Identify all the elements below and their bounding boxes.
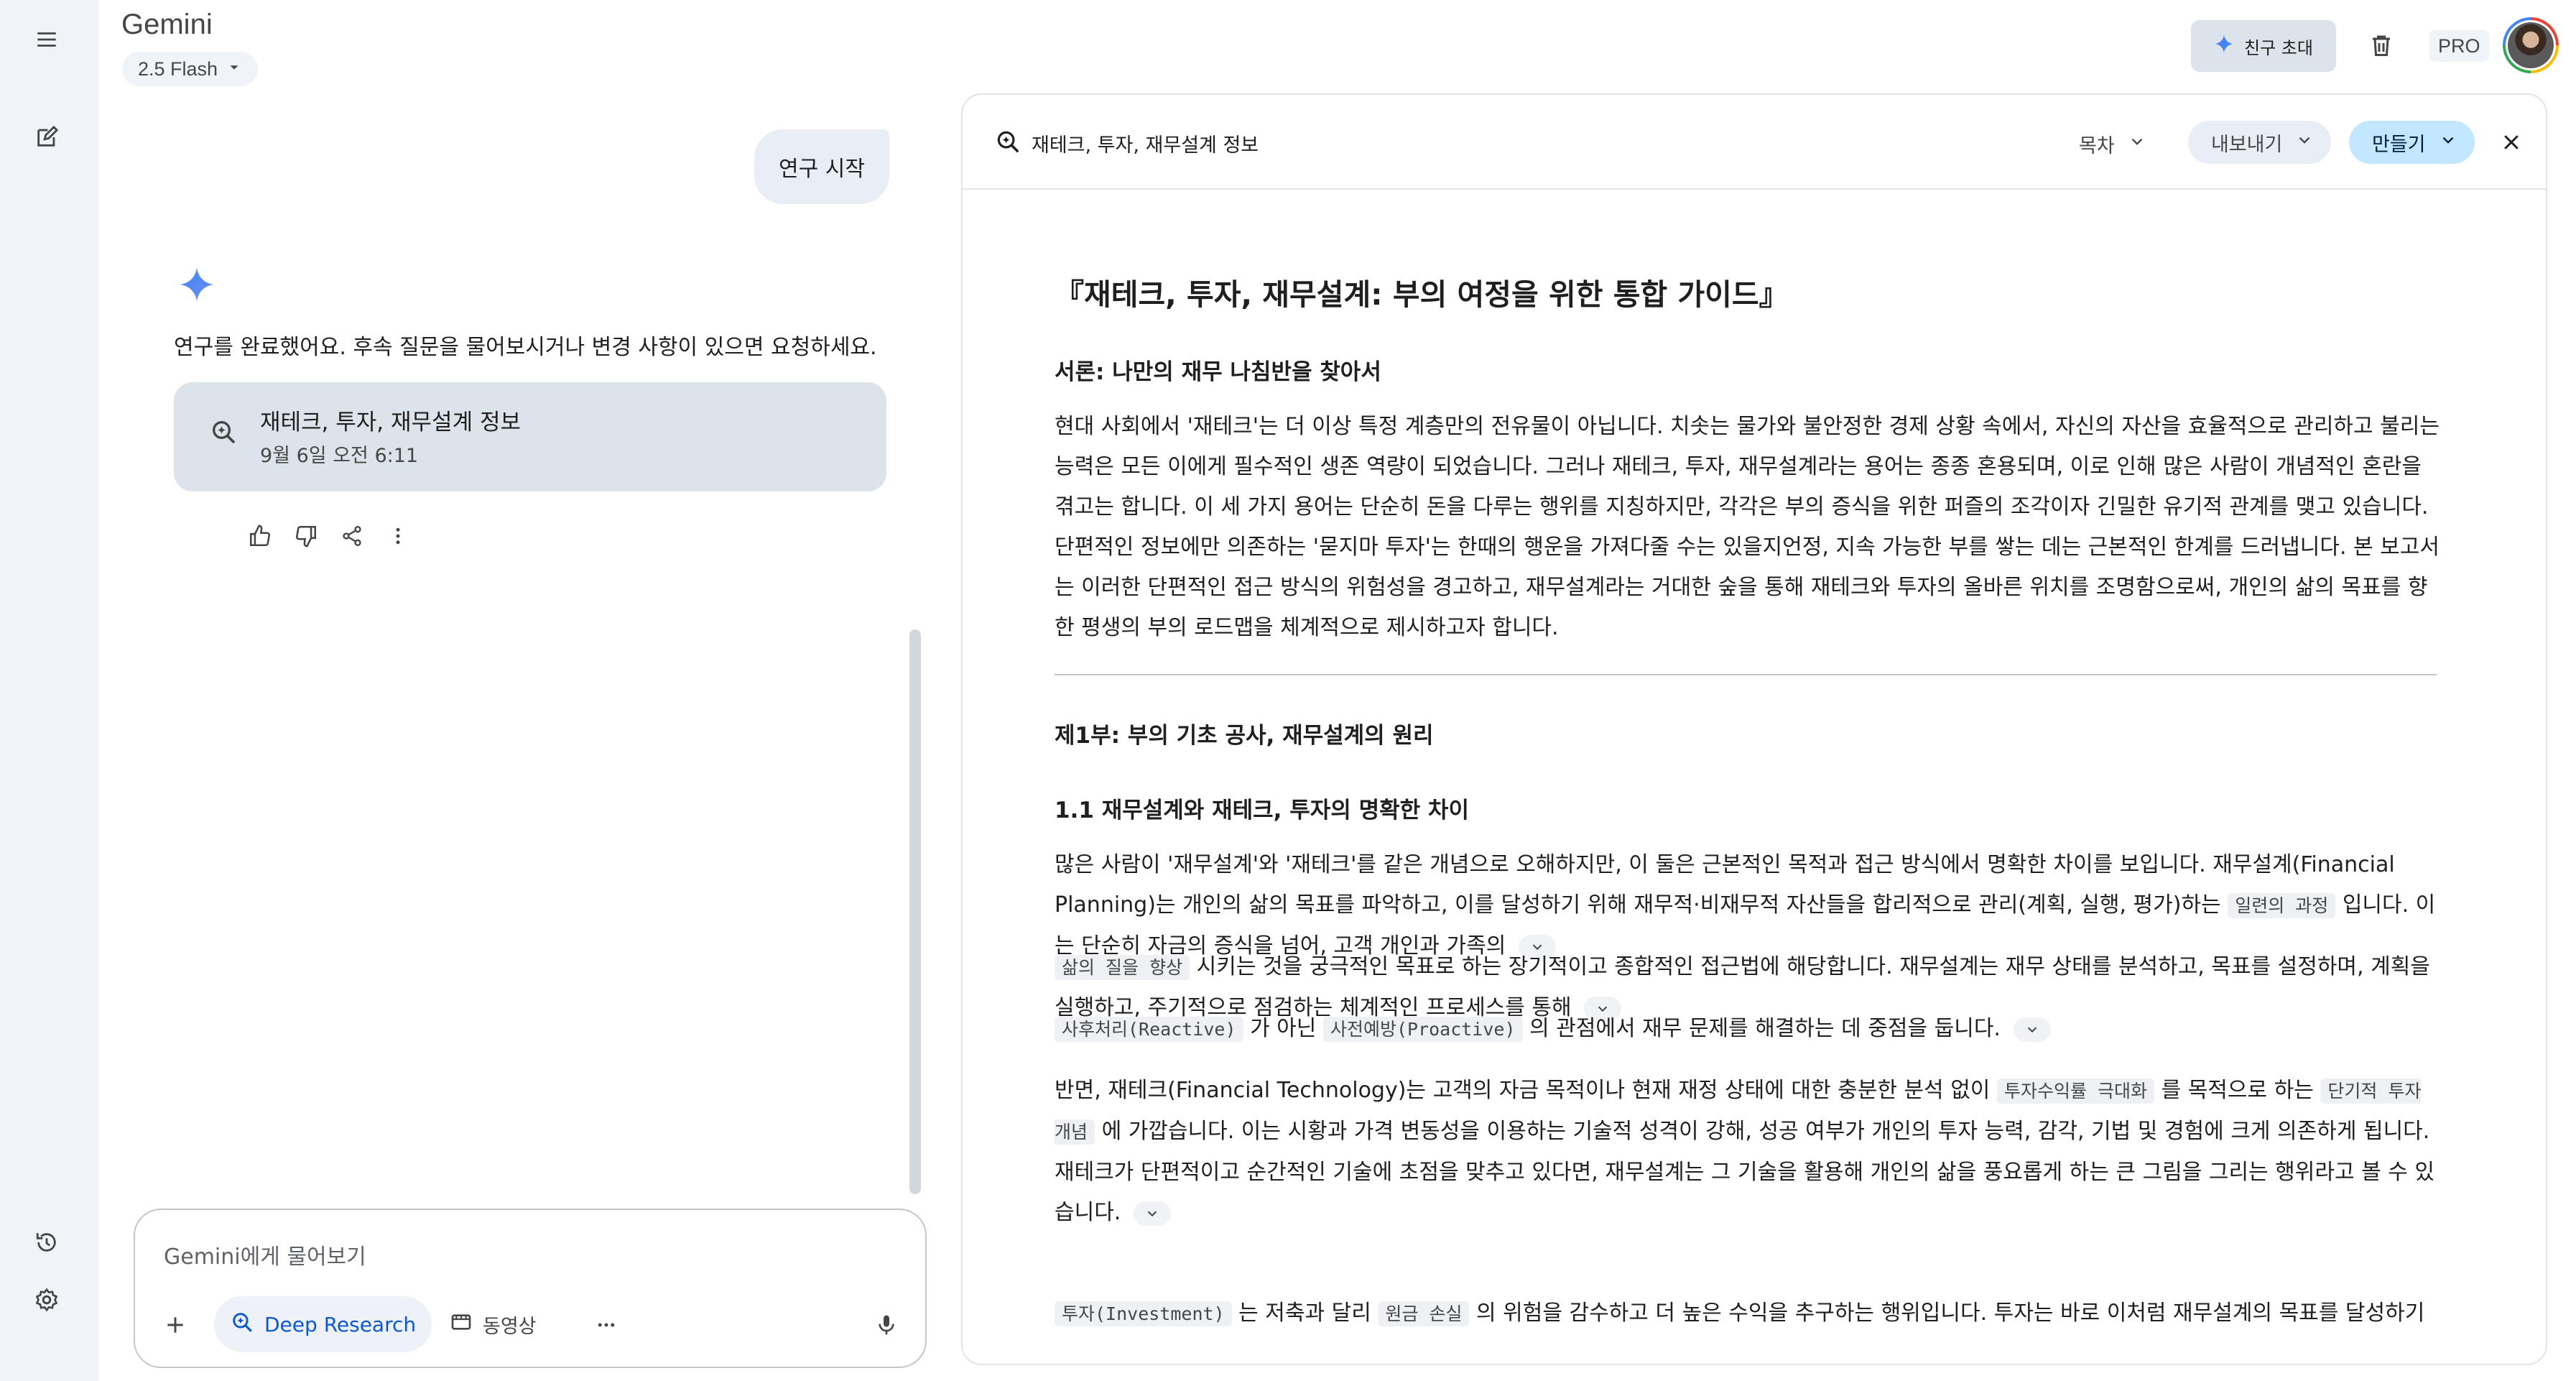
paragraph-4-text: 에 가깝습니다. 이는 시황과 가격 변동성을 이용하는 기술적 성격이 강해,… xyxy=(1055,1119,2434,1225)
pro-badge: PRO xyxy=(2429,30,2489,62)
document-toolbar: 재테크, 투자, 재무설계 정보 목차 내보내기 만들기 xyxy=(963,95,2546,190)
sparkle-icon xyxy=(178,266,216,303)
chat-scrollbar[interactable] xyxy=(909,629,921,1194)
model-selector[interactable]: 2.5 Flash xyxy=(122,52,259,86)
video-icon xyxy=(450,1311,473,1339)
settings-icon[interactable] xyxy=(29,1282,65,1318)
new-chat-icon[interactable] xyxy=(29,119,65,155)
report-card[interactable]: 재테크, 투자, 재무설계 정보 9월 6일 오전 6:11 xyxy=(174,382,886,491)
paragraph-4-mid: 를 목적으로 하는 xyxy=(2161,1078,2314,1103)
paragraph-5: 투자(Investment) 는 저축과 달리 원금 손실 의 위험을 감수하고… xyxy=(1055,1293,2441,1334)
inline-code: 원금 손실 xyxy=(1378,1301,1470,1326)
create-button[interactable]: 만들기 xyxy=(2349,121,2475,164)
paragraph-4-lead: 반면, 재테크(Financial Technology)는 고객의 자금 목적… xyxy=(1055,1078,1991,1103)
section-1-1-heading: 1.1 재무설계와 재테크, 투자의 명확한 차이 xyxy=(1055,798,1469,823)
mic-icon[interactable] xyxy=(868,1306,905,1344)
deep-research-label: Deep Research xyxy=(264,1312,417,1336)
paragraph-5-mid: 는 저축과 달리 xyxy=(1238,1301,1371,1326)
chevron-down-icon xyxy=(2295,131,2314,154)
inline-code: 사후처리(Reactive) xyxy=(1055,1017,1243,1042)
document-title: 『재테크, 투자, 재무설계: 부의 여정을 위한 통합 가이드』 xyxy=(1055,277,1789,312)
paragraph-4: 반면, 재테크(Financial Technology)는 고객의 자금 목적… xyxy=(1055,1071,2441,1233)
chevron-down-icon xyxy=(2439,131,2457,154)
plus-icon[interactable] xyxy=(157,1306,194,1344)
invite-label: 친구 초대 xyxy=(2244,37,2313,58)
sparkle-icon xyxy=(2214,34,2234,58)
avatar[interactable] xyxy=(2503,17,2559,73)
chevron-down-icon[interactable] xyxy=(2013,1017,2051,1042)
paragraph-3: 사후처리(Reactive) 가 아닌 사전예방(Proactive) 의 관점… xyxy=(1055,1009,2441,1050)
side-rail xyxy=(0,0,98,1381)
toc-label: 목차 xyxy=(2079,134,2115,157)
inline-code: 사전예방(Proactive) xyxy=(1322,1017,1523,1042)
paragraph-3-mid: 가 아닌 xyxy=(1250,1016,1317,1041)
deep-research-icon xyxy=(230,1310,254,1339)
export-label: 내보내기 xyxy=(2211,133,2283,156)
intro-paragraph: 현대 사회에서 '재테크'는 더 이상 특정 계층만의 전유물이 아닙니다. 치… xyxy=(1055,414,2440,640)
invite-friends-button[interactable]: 친구 초대 xyxy=(2191,20,2336,72)
deep-research-icon xyxy=(991,125,1024,158)
trash-icon[interactable] xyxy=(2363,27,2399,63)
thumbs-down-icon[interactable] xyxy=(289,519,323,553)
video-button[interactable]: 동영상 xyxy=(450,1296,537,1352)
inline-code: 투자수익률 극대화 xyxy=(1996,1079,2155,1104)
intro-heading: 서론: 나만의 재무 나침반을 찾아서 xyxy=(1055,359,1381,385)
more-vert-icon[interactable] xyxy=(381,519,415,553)
toc-button[interactable]: 목차 xyxy=(2079,124,2146,164)
document-header-title: 재테크, 투자, 재무설계 정보 xyxy=(1032,134,1259,157)
inline-code: 삶의 질을 향상 xyxy=(1055,955,1190,980)
report-card-date: 9월 6일 오전 6:11 xyxy=(260,445,419,467)
model-label: 2.5 Flash xyxy=(138,57,218,80)
user-message: 연구 시작 xyxy=(754,129,889,204)
deep-research-icon xyxy=(205,414,241,450)
chevron-down-icon xyxy=(226,58,242,80)
more-horiz-icon[interactable] xyxy=(588,1306,625,1344)
video-label: 동영상 xyxy=(483,1315,537,1338)
divider xyxy=(1055,674,2437,675)
close-icon[interactable] xyxy=(2493,124,2530,161)
share-icon[interactable] xyxy=(335,519,369,553)
inline-code: 일련의 과정 xyxy=(2228,893,2336,918)
menu-icon[interactable] xyxy=(29,22,65,57)
paragraph-1-text: 많은 사람이 '재무설계'와 '재테크'를 같은 개념으로 오해하지만, 이 둘… xyxy=(1055,852,2395,918)
deep-research-button[interactable]: Deep Research xyxy=(214,1296,432,1352)
export-button[interactable]: 내보내기 xyxy=(2188,121,2332,164)
prompt-placeholder: Gemini에게 물어보기 xyxy=(164,1244,366,1270)
part1-heading: 제1부: 부의 기초 공사, 재무설계의 원리 xyxy=(1055,723,1434,749)
inline-code: 투자(Investment) xyxy=(1055,1301,1232,1326)
chevron-down-icon xyxy=(2128,132,2146,156)
app-title: Gemini xyxy=(121,9,213,40)
history-icon[interactable] xyxy=(29,1224,65,1260)
create-label: 만들기 xyxy=(2372,133,2426,156)
assistant-message: 연구를 완료했어요. 후속 질문을 물어보시거나 변경 사항이 있으면 요청하세… xyxy=(174,335,877,360)
report-card-title: 재테크, 투자, 재무설계 정보 xyxy=(260,410,521,435)
chevron-down-icon[interactable] xyxy=(1133,1201,1171,1226)
research-document-panel: 재테크, 투자, 재무설계 정보 목차 내보내기 만들기 『재테크, 투자, 재… xyxy=(961,93,2547,1365)
thumbs-up-icon[interactable] xyxy=(243,519,277,553)
prompt-input[interactable]: Gemini에게 물어보기 Deep Research 동영상 xyxy=(134,1209,927,1368)
paragraph-5-text: 의 위험을 감수하고 더 높은 수익을 추구하는 행위입니다. 투자는 바로 이… xyxy=(1476,1301,2425,1326)
paragraph-3-text: 의 관점에서 재무 문제를 해결하는 데 중점을 둡니다. xyxy=(1529,1016,2001,1041)
